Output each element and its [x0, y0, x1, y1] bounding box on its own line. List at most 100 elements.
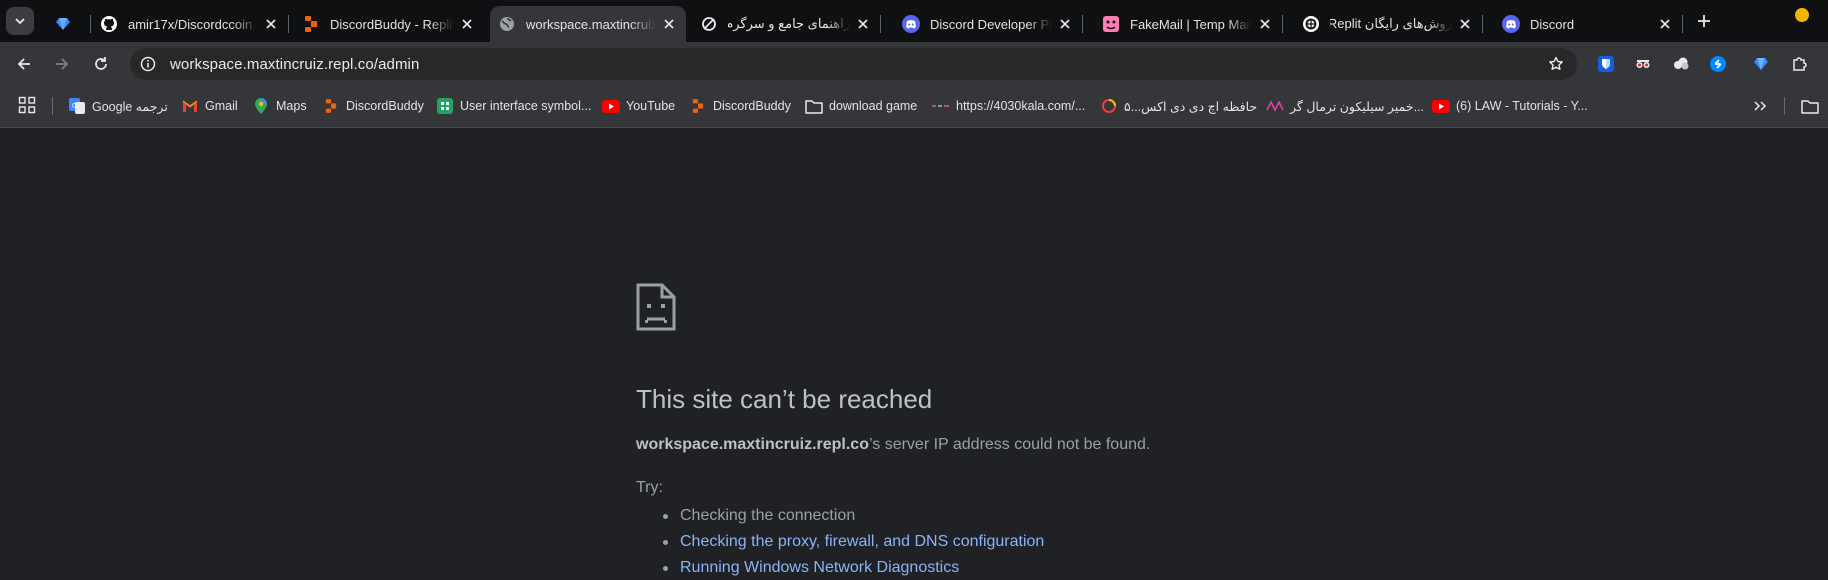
bookmark-label: YouTube [626, 99, 676, 113]
bookmark-label: حافظه اچ دی دی اکس...۵ [1124, 99, 1258, 114]
chevron-down-icon [15, 18, 25, 25]
error-message: ’s server IP address could not be found. [868, 436, 1151, 453]
maps-icon [252, 97, 270, 115]
folder-icon [1801, 99, 1819, 114]
tab-title: workspace.maxtincruiz.repl.co/admin [526, 16, 656, 32]
reload-button[interactable] [87, 50, 115, 78]
replit-icon [689, 97, 707, 115]
back-button[interactable] [10, 50, 38, 78]
suggestion-check-connection: Checking the connection [636, 503, 1044, 529]
glasses-icon [1636, 60, 1650, 68]
profile-indicator[interactable] [1795, 8, 1809, 22]
bookmark-hdd[interactable]: حافظه اچ دی دی اکس...۵ [1100, 96, 1257, 116]
close-icon[interactable] [1456, 15, 1474, 33]
extensions-button[interactable] [1789, 53, 1811, 75]
bookmark-google-translate[interactable]: G Google ترجمه [68, 96, 168, 116]
gem-icon [1754, 58, 1768, 70]
error-host: workspace.maxtincruiz.repl.co [636, 436, 869, 453]
pink-logo-icon [1266, 97, 1284, 115]
cloud-icon [1674, 57, 1689, 70]
bookmark-label: Maps [276, 99, 307, 113]
url-text[interactable]: workspace.maxtincruiz.repl.co/admin [170, 56, 419, 73]
tab-replit[interactable]: DiscordBuddy - Replit [294, 6, 484, 42]
shield-icon [1598, 56, 1614, 72]
folder-icon [805, 97, 823, 115]
arrow-left-icon [17, 58, 30, 70]
close-icon[interactable] [854, 15, 872, 33]
bookmark-thermal-paste[interactable]: خمیر سیلیکون ترمال گر... [1266, 96, 1424, 116]
divider [52, 97, 53, 115]
circle-slash-icon [700, 15, 718, 33]
spy-extension[interactable] [1632, 53, 1654, 75]
broken-page-icon [636, 283, 676, 331]
cloud-extension[interactable] [1670, 53, 1692, 75]
tab-discord[interactable]: Discord [1494, 6, 1683, 42]
arrow-right-icon [56, 58, 69, 70]
try-label: Try: [636, 479, 663, 496]
error-title: This site can’t be reached [636, 384, 933, 414]
suggestion-proxy-firewall-dns-link[interactable]: Checking the proxy, firewall, and DNS co… [636, 529, 1044, 555]
svg-text:G: G [72, 102, 77, 110]
gem-icon [54, 15, 72, 33]
tab-gem[interactable] [46, 6, 91, 42]
tab-discord-dev[interactable]: Discord Developer Portal [894, 6, 1083, 42]
toolbar: workspace.maxtincruiz.repl.co/admin [0, 42, 1828, 84]
shazam-extension[interactable] [1707, 53, 1729, 75]
bookmark-star-button[interactable] [1545, 53, 1567, 75]
tab-active-workspace[interactable]: workspace.maxtincruiz.repl.co/admin [490, 6, 686, 42]
tab-github[interactable]: amir17x/Discordccoin [92, 6, 289, 42]
shazam-icon [1710, 56, 1726, 72]
bookmark-label: download game [829, 99, 918, 113]
all-bookmarks-button[interactable] [1800, 96, 1820, 116]
suggestion-network-diagnostics-link[interactable]: Running Windows Network Diagnostics [636, 555, 1044, 580]
new-tab-button[interactable] [1692, 9, 1716, 33]
bitwarden-extension[interactable] [1595, 53, 1617, 75]
close-icon[interactable] [458, 15, 476, 33]
close-icon[interactable] [1056, 15, 1074, 33]
bookmark-law-tutorials[interactable]: (6) LAW - Tutorials - Y... [1432, 96, 1588, 116]
bookmark-maps[interactable]: Maps [252, 96, 307, 116]
forward-button[interactable] [48, 50, 76, 78]
tab-fakemail[interactable]: FakeMail | Temp Mail Address [1094, 6, 1283, 42]
discord-icon [1502, 15, 1520, 33]
bookmark-label: https://4030kala.com/... [956, 99, 1086, 113]
youtube-icon [602, 97, 620, 115]
address-bar[interactable]: workspace.maxtincruiz.repl.co/admin [130, 48, 1577, 80]
bookmark-gmail[interactable]: Gmail [181, 96, 238, 116]
bookmark-discordbuddy-2[interactable]: DiscordBuddy [689, 96, 791, 116]
close-icon[interactable] [1656, 15, 1674, 33]
bookmark-label: Google ترجمه [92, 99, 168, 114]
info-icon [140, 56, 156, 72]
puzzle-icon [1793, 57, 1807, 71]
google-translate-icon: G [68, 97, 86, 115]
close-icon[interactable] [1256, 15, 1274, 33]
red-circle-icon [1100, 97, 1118, 115]
globe-icon [498, 15, 516, 33]
site-info-button[interactable] [134, 50, 162, 78]
replit-icon [322, 97, 340, 115]
bookmark-ui-symbols[interactable]: User interface symbol... [436, 96, 591, 116]
tab-title: راهنمای جامع و سرگرم کننده [728, 16, 850, 31]
chevron-double-right-icon [1754, 101, 1767, 111]
bookmark-discordbuddy[interactable]: DiscordBuddy [322, 96, 424, 116]
gem-extension[interactable] [1750, 53, 1772, 75]
fakemail-icon [1102, 15, 1120, 33]
bookmark-folder-download-game[interactable]: download game [805, 96, 917, 116]
suggestions-list: Checking the connection Checking the pro… [636, 503, 1044, 580]
tab-title: DiscordBuddy - Replit [330, 16, 454, 32]
bookmark-label: خمیر سیلیکون ترمال گر... [1290, 99, 1424, 114]
more-bookmarks-button[interactable] [1750, 96, 1770, 116]
tab-title: Discord Developer Portal [930, 16, 1052, 32]
close-icon[interactable] [262, 15, 280, 33]
bookmark-4030kala[interactable]: https://4030kala.com/... [932, 96, 1085, 116]
bookmark-youtube[interactable]: YouTube [602, 96, 675, 116]
tab-persian-guide[interactable]: راهنمای جامع و سرگرم کننده [692, 6, 881, 42]
tab-search-button[interactable] [6, 7, 34, 35]
bookmark-label: DiscordBuddy [713, 99, 791, 113]
tab-replit-free[interactable]: روش‌های رایگان Replit پر [1294, 6, 1483, 42]
tab-title: Discord [1530, 16, 1575, 32]
bookmark-label: (6) LAW - Tutorials - Y... [1456, 99, 1588, 113]
apps-button[interactable] [18, 96, 38, 116]
reload-icon [95, 57, 107, 70]
close-icon[interactable] [660, 15, 678, 33]
